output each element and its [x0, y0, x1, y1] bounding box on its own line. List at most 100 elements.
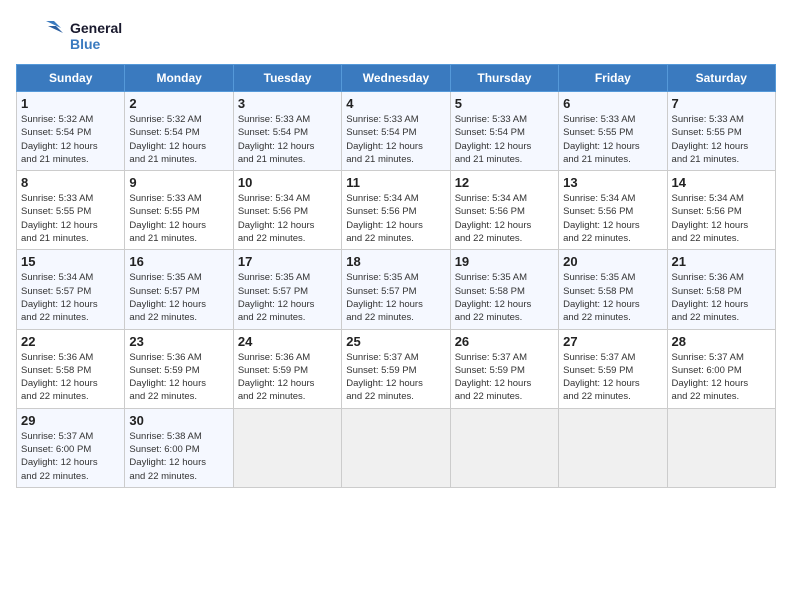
day-number: 3 — [238, 96, 337, 111]
week-row-2: 8 Sunrise: 5:33 AM Sunset: 5:55 PM Daylig… — [17, 171, 776, 250]
day-cell: 10Sunrise: 5:34 AM Sunset: 5:56 PM Dayli… — [233, 171, 341, 250]
day-cell: 16 Sunrise: 5:35 AM Sunset: 5:57 PM Dayli… — [125, 250, 233, 329]
day-cell: 26 Sunrise: 5:37 AM Sunset: 5:59 PM Dayli… — [450, 329, 558, 408]
header-saturday: Saturday — [667, 65, 775, 92]
day-cell: 3Sunrise: 5:33 AM Sunset: 5:54 PM Daylig… — [233, 92, 341, 171]
day-info: Sunrise: 5:34 AM Sunset: 5:57 PM Dayligh… — [21, 271, 120, 324]
calendar-table: SundayMondayTuesdayWednesdayThursdayFrid… — [16, 64, 776, 488]
day-info: Sunrise: 5:36 AM Sunset: 5:59 PM Dayligh… — [129, 351, 228, 404]
day-cell: 5 Sunrise: 5:33 AM Sunset: 5:54 PM Daylig… — [450, 92, 558, 171]
day-cell: 17Sunrise: 5:35 AM Sunset: 5:57 PM Dayli… — [233, 250, 341, 329]
day-number: 1 — [21, 96, 120, 111]
day-number: 6 — [563, 96, 662, 111]
logo-line2: Blue — [70, 36, 122, 52]
day-cell: 29 Sunrise: 5:37 AM Sunset: 6:00 PM Dayli… — [17, 408, 125, 487]
header-wednesday: Wednesday — [342, 65, 450, 92]
day-number: 11 — [346, 175, 445, 190]
day-number: 28 — [672, 334, 771, 349]
day-info: Sunrise: 5:35 AM Sunset: 5:57 PM Dayligh… — [129, 271, 228, 324]
day-cell: 4Sunrise: 5:33 AM Sunset: 5:54 PM Daylig… — [342, 92, 450, 171]
day-cell: 7Sunrise: 5:33 AM Sunset: 5:55 PM Daylig… — [667, 92, 775, 171]
day-cell: 2 Sunrise: 5:32 AM Sunset: 5:54 PM Daylig… — [125, 92, 233, 171]
day-cell: 22 Sunrise: 5:36 AM Sunset: 5:58 PM Dayli… — [17, 329, 125, 408]
day-info: Sunrise: 5:36 AM Sunset: 5:58 PM Dayligh… — [21, 351, 120, 404]
header-thursday: Thursday — [450, 65, 558, 92]
day-number: 16 — [129, 254, 228, 269]
day-info: Sunrise: 5:33 AM Sunset: 5:55 PM Dayligh… — [563, 113, 662, 166]
day-number: 30 — [129, 413, 228, 428]
day-info: Sunrise: 5:32 AM Sunset: 5:54 PM Dayligh… — [129, 113, 228, 166]
day-info: Sunrise: 5:36 AM Sunset: 5:58 PM Dayligh… — [672, 271, 771, 324]
day-cell: 25 Sunrise: 5:37 AM Sunset: 5:59 PM Dayli… — [342, 329, 450, 408]
day-number: 29 — [21, 413, 120, 428]
day-cell — [342, 408, 450, 487]
day-cell: 20 Sunrise: 5:35 AM Sunset: 5:58 PM Dayli… — [559, 250, 667, 329]
week-row-5: 29 Sunrise: 5:37 AM Sunset: 6:00 PM Dayli… — [17, 408, 776, 487]
day-info: Sunrise: 5:34 AM Sunset: 5:56 PM Dayligh… — [238, 192, 337, 245]
day-info: Sunrise: 5:37 AM Sunset: 6:00 PM Dayligh… — [21, 430, 120, 483]
day-number: 22 — [21, 334, 120, 349]
day-cell: 9Sunrise: 5:33 AM Sunset: 5:55 PM Daylig… — [125, 171, 233, 250]
day-cell: 23 Sunrise: 5:36 AM Sunset: 5:59 PM Dayli… — [125, 329, 233, 408]
day-number: 12 — [455, 175, 554, 190]
day-number: 19 — [455, 254, 554, 269]
day-cell: 13 Sunrise: 5:34 AM Sunset: 5:56 PM Dayli… — [559, 171, 667, 250]
day-info: Sunrise: 5:38 AM Sunset: 6:00 PM Dayligh… — [129, 430, 228, 483]
logo: GeneralBlue — [16, 16, 122, 56]
week-row-4: 22 Sunrise: 5:36 AM Sunset: 5:58 PM Dayli… — [17, 329, 776, 408]
header: GeneralBlue — [16, 16, 776, 56]
day-number: 18 — [346, 254, 445, 269]
day-cell: 24Sunrise: 5:36 AM Sunset: 5:59 PM Dayli… — [233, 329, 341, 408]
day-cell: 18 Sunrise: 5:35 AM Sunset: 5:57 PM Dayli… — [342, 250, 450, 329]
week-row-1: 1 Sunrise: 5:32 AM Sunset: 5:54 PM Daylig… — [17, 92, 776, 171]
day-cell: 14 Sunrise: 5:34 AM Sunset: 5:56 PM Dayli… — [667, 171, 775, 250]
day-cell: 11Sunrise: 5:34 AM Sunset: 5:56 PM Dayli… — [342, 171, 450, 250]
day-cell — [450, 408, 558, 487]
day-info: Sunrise: 5:33 AM Sunset: 5:55 PM Dayligh… — [21, 192, 120, 245]
day-info: Sunrise: 5:37 AM Sunset: 5:59 PM Dayligh… — [563, 351, 662, 404]
day-number: 8 — [21, 175, 120, 190]
header-monday: Monday — [125, 65, 233, 92]
day-info: Sunrise: 5:32 AM Sunset: 5:54 PM Dayligh… — [21, 113, 120, 166]
day-number: 20 — [563, 254, 662, 269]
logo-text-block: GeneralBlue — [70, 20, 122, 52]
day-number: 27 — [563, 334, 662, 349]
day-info: Sunrise: 5:36 AM Sunset: 5:59 PM Dayligh… — [238, 351, 337, 404]
day-cell — [233, 408, 341, 487]
day-info: Sunrise: 5:33 AM Sunset: 5:54 PM Dayligh… — [455, 113, 554, 166]
day-number: 23 — [129, 334, 228, 349]
day-number: 15 — [21, 254, 120, 269]
day-info: Sunrise: 5:33 AM Sunset: 5:54 PM Dayligh… — [346, 113, 445, 166]
day-cell: 21 Sunrise: 5:36 AM Sunset: 5:58 PM Dayli… — [667, 250, 775, 329]
day-number: 13 — [563, 175, 662, 190]
day-info: Sunrise: 5:34 AM Sunset: 5:56 PM Dayligh… — [672, 192, 771, 245]
day-number: 9 — [129, 175, 228, 190]
day-number: 2 — [129, 96, 228, 111]
day-cell: 28 Sunrise: 5:37 AM Sunset: 6:00 PM Dayli… — [667, 329, 775, 408]
day-cell: 1 Sunrise: 5:32 AM Sunset: 5:54 PM Daylig… — [17, 92, 125, 171]
day-info: Sunrise: 5:34 AM Sunset: 5:56 PM Dayligh… — [563, 192, 662, 245]
day-info: Sunrise: 5:37 AM Sunset: 5:59 PM Dayligh… — [455, 351, 554, 404]
day-number: 14 — [672, 175, 771, 190]
day-number: 5 — [455, 96, 554, 111]
calendar-body: 1 Sunrise: 5:32 AM Sunset: 5:54 PM Daylig… — [17, 92, 776, 488]
logo-line1: General — [70, 20, 122, 36]
day-number: 7 — [672, 96, 771, 111]
week-row-3: 15 Sunrise: 5:34 AM Sunset: 5:57 PM Dayli… — [17, 250, 776, 329]
day-number: 21 — [672, 254, 771, 269]
day-info: Sunrise: 5:37 AM Sunset: 5:59 PM Dayligh… — [346, 351, 445, 404]
header-friday: Friday — [559, 65, 667, 92]
header-sunday: Sunday — [17, 65, 125, 92]
header-tuesday: Tuesday — [233, 65, 341, 92]
day-info: Sunrise: 5:35 AM Sunset: 5:58 PM Dayligh… — [563, 271, 662, 324]
day-cell: 19Sunrise: 5:35 AM Sunset: 5:58 PM Dayli… — [450, 250, 558, 329]
day-cell: 30 Sunrise: 5:38 AM Sunset: 6:00 PM Dayli… — [125, 408, 233, 487]
day-cell: 6 Sunrise: 5:33 AM Sunset: 5:55 PM Daylig… — [559, 92, 667, 171]
day-number: 25 — [346, 334, 445, 349]
day-info: Sunrise: 5:35 AM Sunset: 5:57 PM Dayligh… — [346, 271, 445, 324]
day-number: 26 — [455, 334, 554, 349]
header-row: SundayMondayTuesdayWednesdayThursdayFrid… — [17, 65, 776, 92]
day-cell: 27 Sunrise: 5:37 AM Sunset: 5:59 PM Dayli… — [559, 329, 667, 408]
day-info: Sunrise: 5:37 AM Sunset: 6:00 PM Dayligh… — [672, 351, 771, 404]
day-info: Sunrise: 5:35 AM Sunset: 5:57 PM Dayligh… — [238, 271, 337, 324]
